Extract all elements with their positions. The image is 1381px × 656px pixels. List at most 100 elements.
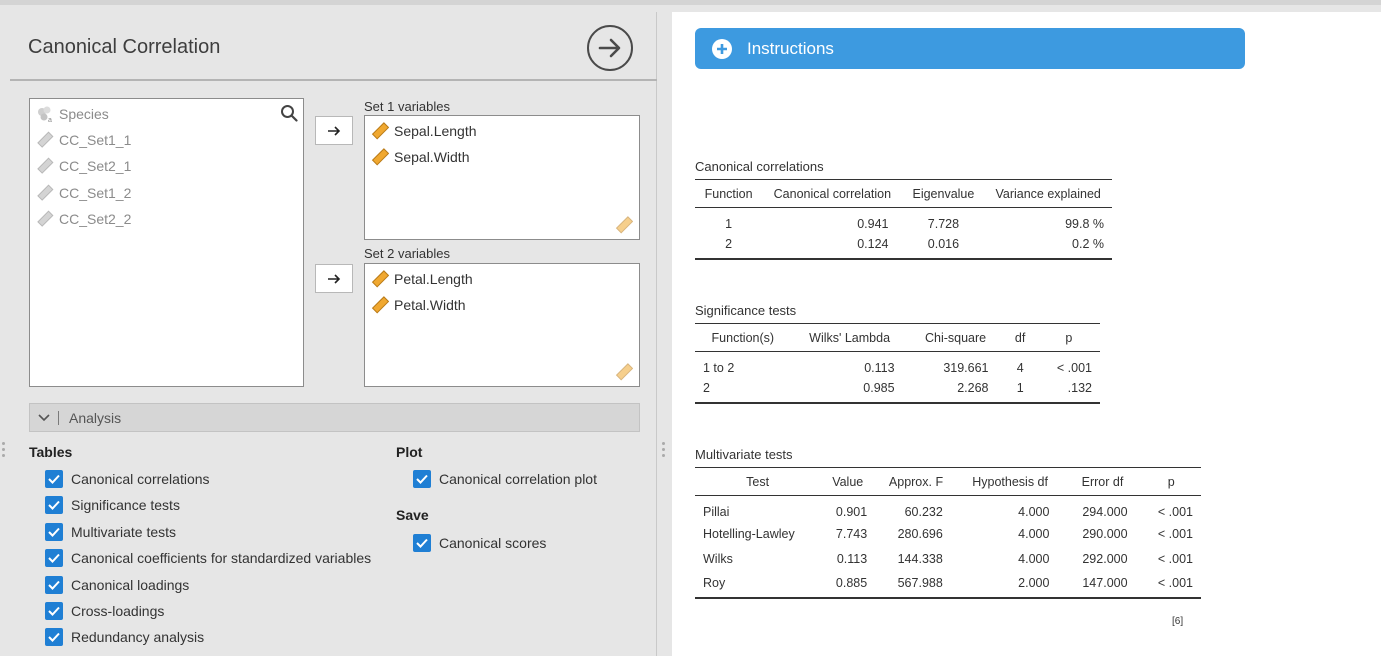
table-row: Pillai 0.901 60.232 4.000 294.000 < .001 <box>695 496 1201 522</box>
set1-variable-box[interactable]: Sepal.Length Sepal.Width <box>364 115 640 240</box>
checkmark-icon <box>45 628 63 646</box>
column-header: p <box>1141 467 1201 496</box>
checkbox-canonical-loadings[interactable]: Canonical loadings <box>45 574 189 596</box>
instructions-label: Instructions <box>747 38 834 58</box>
table-cell: 7.743 <box>835 526 868 541</box>
checkbox-label: Canonical loadings <box>71 577 190 593</box>
ruler-icon <box>615 216 633 234</box>
table-cell: 4.000 <box>1018 526 1050 541</box>
table-cell: 0.901 <box>835 504 868 519</box>
multivariate-tests-title: Multivariate tests <box>695 447 793 462</box>
set2-variable-petal-width[interactable]: Petal.Width <box>371 294 466 316</box>
table-cell: Wilks <box>703 552 733 567</box>
instructions-button[interactable]: Instructions <box>695 28 1245 69</box>
table-cell: < .001 <box>1157 526 1193 541</box>
table-cell: 0.113 <box>864 360 895 375</box>
column-header: Error df <box>1063 467 1142 496</box>
set1-variable-sepal-length[interactable]: Sepal.Length <box>371 120 477 142</box>
checkbox-cross-loadings[interactable]: Cross-loadings <box>45 600 164 622</box>
variable-label: CC_Set2_2 <box>59 211 132 227</box>
continuous-variable-icon <box>36 157 54 175</box>
checkmark-icon <box>45 496 63 514</box>
variable-label: CC_Set1_1 <box>59 132 132 148</box>
resize-grip-icon[interactable] <box>662 442 665 458</box>
column-header: Function(s) <box>695 323 791 352</box>
table-cell: 0.113 <box>836 552 868 567</box>
table-cell: 2 <box>695 233 763 260</box>
checkbox-label: Multivariate tests <box>71 524 177 540</box>
continuous-variable-icon <box>36 184 54 202</box>
column-header: Eigenvalue <box>902 179 985 208</box>
table-cell: 2.000 <box>956 572 1064 599</box>
table-cell: 144.338 <box>897 552 943 567</box>
table-header-row: Function(s) Wilks' Lambda Chi-square df … <box>695 323 1100 352</box>
table-cell: < .001 <box>1157 552 1193 567</box>
table-cell: 1 to 2 <box>703 360 735 375</box>
column-header: Variance explained <box>984 179 1112 208</box>
multivariate-tests-table: Test Value Approx. F Hypothesis df Error… <box>695 467 1201 599</box>
column-header: Value <box>820 467 876 496</box>
set2-variable-box[interactable]: Petal.Length Petal.Width <box>364 263 640 387</box>
source-variable-list[interactable]: a Species CC_Set1_1 CC_Set2_1 CC_Set1_2 <box>29 98 304 387</box>
continuous-variable-icon <box>36 210 54 228</box>
table-row: 1 to 2 0.113 319.661 4 < .001 <box>695 352 1100 378</box>
set2-label: Set 2 variables <box>364 246 450 261</box>
resize-grip-icon[interactable] <box>2 442 5 458</box>
ruler-icon <box>371 122 389 140</box>
table-cell: 2 <box>695 377 791 404</box>
column-header: p <box>1037 323 1100 352</box>
move-to-set2-button[interactable] <box>315 264 353 293</box>
move-to-set1-button[interactable] <box>315 116 353 145</box>
set2-variable-petal-length[interactable]: Petal.Length <box>371 268 473 290</box>
variable-item-cc-set2-1[interactable]: CC_Set2_1 <box>36 155 131 177</box>
table-cell: 7.728 <box>927 216 960 231</box>
table-row: 1 0.941 7.728 99.8 % <box>695 208 1112 234</box>
arrow-right-circle-icon <box>598 38 621 58</box>
variable-label: Petal.Length <box>394 271 473 287</box>
table-cell: < .001 <box>1141 572 1201 599</box>
analysis-section-toggle[interactable]: Analysis <box>29 403 640 432</box>
checkbox-redundancy-analysis[interactable]: Redundancy analysis <box>45 626 204 648</box>
table-cell: 294.000 <box>1082 504 1128 519</box>
checkbox-canonical-correlation-plot[interactable]: Canonical correlation plot <box>413 468 597 490</box>
tables-heading: Tables <box>29 444 73 460</box>
checkbox-canonical-coefficients[interactable]: Canonical coefficients for standardized … <box>45 547 371 569</box>
svg-text:a: a <box>48 117 52 123</box>
chevron-down-icon <box>30 413 58 422</box>
variable-item-cc-set2-2[interactable]: CC_Set2_2 <box>36 208 131 230</box>
variable-item-cc-set1-2[interactable]: CC_Set1_2 <box>36 182 131 204</box>
checkmark-icon <box>413 470 431 488</box>
checkbox-canonical-scores[interactable]: Canonical scores <box>413 532 546 554</box>
table-cell: < .001 <box>1056 360 1092 375</box>
column-header: Hypothesis df <box>956 467 1064 496</box>
column-header: Function <box>695 179 763 208</box>
table-cell: Roy <box>695 572 821 599</box>
checkbox-label: Canonical scores <box>439 535 547 551</box>
reference-marker: [6] <box>1172 616 1184 627</box>
variable-label: CC_Set2_1 <box>59 158 132 174</box>
column-header: Wilks' Lambda <box>790 323 909 352</box>
table-cell: 4 <box>1016 360 1024 375</box>
run-analysis-button[interactable] <box>587 25 633 71</box>
variable-item-cc-set1-1[interactable]: CC_Set1_1 <box>36 129 131 151</box>
canonical-correlations-title: Canonical correlations <box>695 159 824 174</box>
checkbox-canonical-correlations[interactable]: Canonical correlations <box>45 468 210 490</box>
variable-label: Sepal.Width <box>394 149 470 165</box>
checkmark-icon <box>45 602 63 620</box>
canonical-correlations-table: Function Canonical correlation Eigenvalu… <box>695 179 1112 260</box>
table-header-row: Test Value Approx. F Hypothesis df Error… <box>695 467 1201 496</box>
plus-icon <box>712 38 732 59</box>
significance-tests-title: Significance tests <box>695 303 797 318</box>
top-bar <box>0 0 1381 5</box>
checkbox-multivariate-tests[interactable]: Multivariate tests <box>45 521 176 543</box>
checkbox-significance-tests[interactable]: Significance tests <box>45 494 180 516</box>
set1-variable-sepal-width[interactable]: Sepal.Width <box>371 146 469 168</box>
options-panel: Canonical Correlation a Species CC_Set1_… <box>10 12 657 656</box>
search-icon[interactable] <box>280 104 298 122</box>
column-header: Test <box>695 467 821 496</box>
variable-item-species[interactable]: a Species <box>36 103 109 125</box>
table-cell: < .001 <box>1157 504 1193 519</box>
table-cell: 0.985 <box>790 377 909 404</box>
title-divider <box>10 79 657 81</box>
checkmark-icon <box>45 549 63 567</box>
